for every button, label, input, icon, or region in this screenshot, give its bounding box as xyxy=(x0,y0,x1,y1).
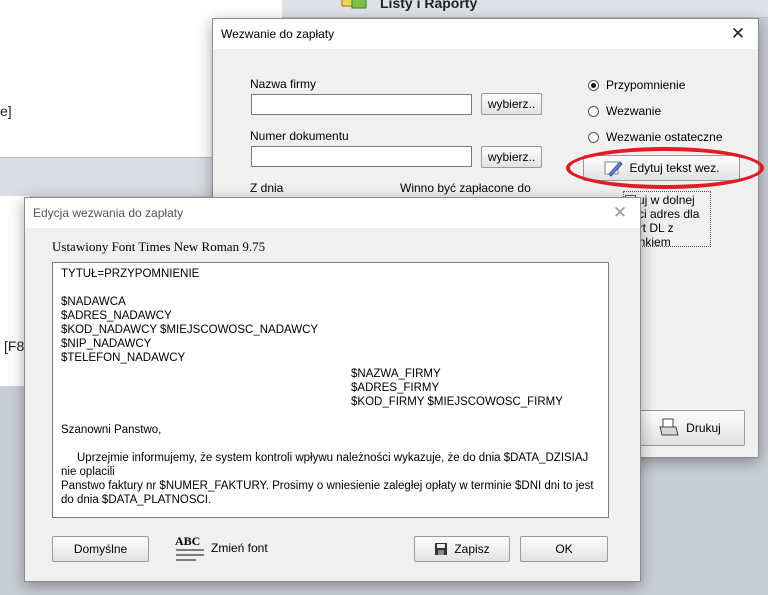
close-icon[interactable]: ✕ xyxy=(726,22,750,46)
floppy-disk-icon xyxy=(435,543,448,555)
text-line: $ADRES_FIRMY xyxy=(351,382,440,394)
radio-przypomnienie[interactable]: Przypomnienie xyxy=(588,78,685,92)
checkbox-label: kuj w dolnej ści adres dla ert DL z enki… xyxy=(632,193,700,247)
print-button[interactable]: Drukuj xyxy=(634,410,745,446)
firma-wybierz-button[interactable]: wybierz.. xyxy=(481,93,542,115)
radio-icon[interactable] xyxy=(588,131,599,143)
save-label: Zapisz xyxy=(454,542,490,556)
printer-icon xyxy=(659,418,679,436)
text-line: $ADRES_NADAWCY xyxy=(61,310,172,322)
radio-label: Przypomnienie xyxy=(606,78,686,92)
font-info-label: Ustawiony Font Times New Roman 9.75 xyxy=(52,239,266,254)
toolbar-label-listy[interactable]: Listy i Raporty xyxy=(380,0,477,11)
text-line: TYTUŁ=PRZYPOMNIENIE xyxy=(61,268,200,280)
text-paragraph: Uprzejmie informujemy, że system kontrol… xyxy=(61,452,589,478)
change-font-label: Zmień font xyxy=(211,541,268,555)
z-dnia-label: Z dnia xyxy=(250,181,284,195)
ok-button[interactable]: OK xyxy=(520,536,608,562)
window-title: Wezwanie do zapłaty xyxy=(221,27,335,41)
background-text-fragment: e] xyxy=(0,103,12,119)
radio-label: Wezwanie ostateczne xyxy=(606,130,723,144)
letter-text-editor[interactable]: TYTUŁ=PRZYPOMNIENIE $NADAWCA $ADRES_NADA… xyxy=(52,262,609,518)
radio-wezwanie-ostateczne[interactable]: Wezwanie ostateczne xyxy=(588,130,723,144)
abc-font-icon: ABC xyxy=(174,532,206,564)
save-button[interactable]: Zapisz xyxy=(414,536,510,562)
highlight-oval xyxy=(566,147,764,189)
dokument-wybierz-button[interactable]: wybierz.. xyxy=(481,146,542,168)
radio-wezwanie[interactable]: Wezwanie xyxy=(588,104,661,118)
radio-label: Wezwanie xyxy=(606,104,662,118)
close-icon[interactable]: ✕ xyxy=(608,201,632,225)
default-button[interactable]: Domyślne xyxy=(52,536,149,562)
text-line: $NIP_NADAWCY xyxy=(61,338,152,350)
dokument-input[interactable] xyxy=(251,146,472,167)
text-line: $KOD_NADAWCY $MIEJSCOWOSC_NADAWCY xyxy=(61,324,319,336)
text-line: $KOD_FIRMY $MIEJSCOWOSC_FIRMY xyxy=(351,396,563,408)
text-line: $NADAWCA xyxy=(61,296,126,308)
window-title: Edycja wezwania do zapłaty xyxy=(33,206,184,220)
dokument-label: Numer dokumentu xyxy=(250,129,349,143)
background-text-fragment: [F8 xyxy=(4,338,25,354)
wezwanie-titlebar[interactable]: Wezwanie do zapłaty ✕ xyxy=(213,19,758,49)
winno-label: Winno być zapłacone do xyxy=(400,181,531,195)
radio-selected-icon[interactable] xyxy=(588,79,599,91)
text-line: $NAZWA_FIRMY xyxy=(351,368,441,380)
background-strip xyxy=(0,158,215,196)
edycja-window: Edycja wezwania do zapłaty ✕ Ustawiony F… xyxy=(24,197,641,582)
text-line: $TELEFON_NADAWCY xyxy=(61,352,186,364)
text-line: Szanowni Panstwo, xyxy=(61,424,162,436)
radio-icon[interactable] xyxy=(588,105,599,117)
firma-label: Nazwa firmy xyxy=(250,77,317,91)
edycja-titlebar[interactable]: Edycja wezwania do zapłaty ✕ xyxy=(25,198,640,228)
print-label: Drukuj xyxy=(686,421,721,435)
firma-input[interactable] xyxy=(251,94,472,115)
reports-icon xyxy=(341,0,367,9)
text-paragraph: Panstwo faktury nr $NUMER_FAKTURY. Prosi… xyxy=(61,480,594,506)
change-font-button[interactable]: ABC Zmień font xyxy=(174,532,268,564)
